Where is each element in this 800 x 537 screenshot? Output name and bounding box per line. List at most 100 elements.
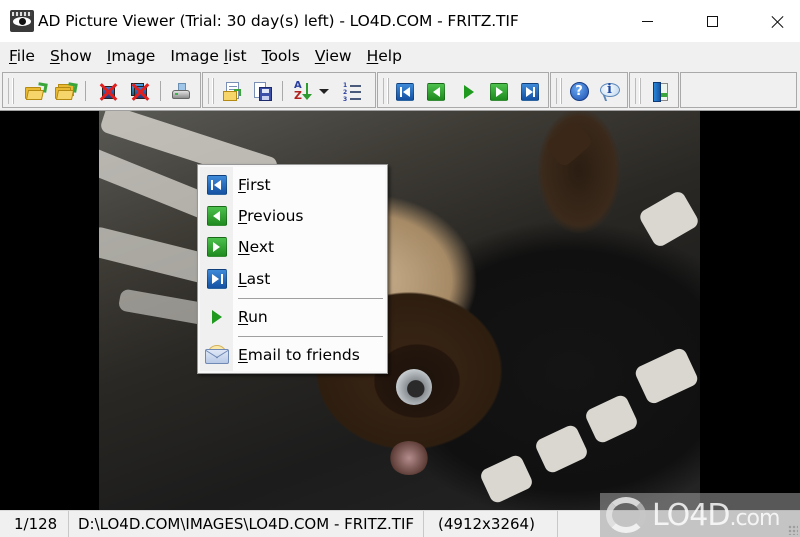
exit-door-icon bbox=[651, 81, 669, 102]
printer-icon bbox=[171, 82, 191, 101]
menu-image[interactable]: Image bbox=[101, 42, 162, 70]
toolbar-grip[interactable] bbox=[635, 78, 641, 104]
open-folder-button[interactable] bbox=[53, 80, 78, 103]
toolbar-band-navigation bbox=[377, 72, 549, 108]
next-icon bbox=[206, 237, 227, 257]
context-menu-email-label: Email to friends bbox=[238, 346, 360, 364]
toolbar-grip[interactable] bbox=[8, 78, 14, 104]
menu-image-list-label: ist bbox=[228, 47, 247, 65]
last-icon bbox=[206, 269, 227, 289]
title-bar: AD Picture Viewer (Trial: 30 day(s) left… bbox=[0, 0, 800, 42]
menu-file-accel: F bbox=[9, 47, 17, 65]
open-list-icon bbox=[223, 81, 243, 102]
sort-button[interactable]: AZ bbox=[291, 80, 315, 103]
close-all-images-icon bbox=[131, 82, 150, 101]
toolbar-band-list: AZ 123 bbox=[202, 72, 376, 108]
save-list-icon bbox=[253, 81, 273, 102]
info-icon: i bbox=[599, 82, 621, 102]
envelope-icon bbox=[204, 345, 229, 364]
cat-photo bbox=[99, 111, 700, 510]
menu-image-list[interactable]: Image list bbox=[164, 42, 252, 70]
minimize-icon bbox=[641, 20, 653, 22]
toolbar-grip[interactable] bbox=[383, 78, 389, 104]
status-image-position: 1/128 bbox=[0, 511, 69, 537]
menu-help-label: elp bbox=[378, 47, 402, 65]
context-menu-next[interactable]: Next bbox=[200, 232, 385, 262]
toolbar-grip[interactable] bbox=[208, 78, 214, 104]
context-menu-next-label: Next bbox=[238, 238, 275, 256]
window-title: AD Picture Viewer (Trial: 30 day(s) left… bbox=[38, 12, 519, 30]
toolbar-band-file bbox=[2, 72, 201, 108]
status-image-dimensions: (4912x3264) bbox=[424, 511, 558, 537]
menu-show[interactable]: Show bbox=[44, 42, 98, 70]
next-button[interactable] bbox=[487, 80, 511, 103]
lo4d-logo-icon bbox=[606, 497, 646, 533]
toolbar-band-help: ? i bbox=[550, 72, 628, 108]
menu-tools-label: ools bbox=[268, 47, 300, 65]
folder-open-icon bbox=[25, 81, 48, 100]
context-menu-last[interactable]: Last bbox=[200, 264, 385, 294]
menu-view-accel: V bbox=[314, 47, 326, 65]
info-glyph: i bbox=[607, 81, 612, 97]
close-button[interactable] bbox=[754, 0, 800, 42]
context-menu-first[interactable]: First bbox=[200, 170, 385, 200]
toolbar-band-empty bbox=[680, 72, 797, 108]
menu-show-label: how bbox=[59, 47, 92, 65]
context-menu-email[interactable]: Email to friends bbox=[200, 340, 385, 370]
menu-file-label: ile bbox=[16, 47, 35, 65]
context-menu-previous[interactable]: Previous bbox=[200, 201, 385, 231]
last-button[interactable] bbox=[518, 80, 542, 103]
toolbar-grip[interactable] bbox=[556, 78, 562, 104]
first-icon bbox=[396, 82, 414, 101]
menu-view-label: iew bbox=[325, 47, 352, 65]
previous-icon bbox=[206, 206, 227, 226]
menu-show-accel: S bbox=[49, 47, 60, 65]
play-icon bbox=[464, 84, 474, 99]
menu-help[interactable]: Help bbox=[361, 42, 408, 70]
menu-file[interactable]: File bbox=[3, 42, 41, 70]
context-menu-separator bbox=[238, 336, 383, 337]
open-button[interactable] bbox=[23, 80, 48, 103]
dropdown-arrow-icon bbox=[319, 89, 329, 94]
print-button[interactable] bbox=[169, 80, 193, 103]
maximize-button[interactable] bbox=[689, 0, 735, 42]
close-image-button[interactable] bbox=[96, 80, 120, 103]
context-menu-last-label: Last bbox=[238, 270, 271, 288]
menu-tools[interactable]: Tools bbox=[256, 42, 306, 70]
exit-button[interactable] bbox=[648, 80, 672, 103]
menu-image-list-pre: Image bbox=[170, 47, 224, 65]
image-viewport[interactable] bbox=[0, 111, 800, 510]
status-file-path: D:\LO4D.COM\IMAGES\LO4D.COM - FRITZ.TIF bbox=[69, 511, 424, 537]
toolbar-separator bbox=[160, 81, 161, 101]
save-list-button[interactable] bbox=[251, 80, 275, 103]
help-button[interactable]: ? bbox=[567, 80, 591, 103]
lo4d-watermark: LO4D.com bbox=[600, 493, 800, 537]
sort-az-icon: AZ bbox=[292, 80, 314, 103]
close-icon bbox=[771, 15, 784, 28]
close-all-button[interactable] bbox=[128, 80, 152, 103]
context-menu-run-label: Run bbox=[238, 308, 268, 326]
cat-mouth bbox=[389, 441, 429, 475]
last-icon bbox=[521, 82, 539, 101]
menu-bar: File Show Image Image list Tools View He… bbox=[0, 42, 800, 70]
cat-eye bbox=[396, 369, 432, 405]
about-button[interactable]: i bbox=[598, 80, 622, 103]
minimize-button[interactable] bbox=[624, 0, 670, 42]
first-button[interactable] bbox=[393, 80, 417, 103]
watermark-text: LO4D.com bbox=[652, 497, 780, 533]
numbered-list-button[interactable]: 123 bbox=[340, 80, 364, 103]
eye-icon[interactable] bbox=[10, 10, 34, 32]
folders-open-icon bbox=[55, 81, 78, 100]
help-icon: ? bbox=[569, 82, 589, 101]
toolbar-separator bbox=[85, 81, 86, 101]
menu-view[interactable]: View bbox=[309, 42, 358, 70]
sort-dropdown-button[interactable] bbox=[317, 80, 331, 103]
run-button[interactable] bbox=[457, 80, 481, 103]
open-list-button[interactable] bbox=[221, 80, 245, 103]
menu-image-label: mage bbox=[111, 47, 156, 65]
context-menu: First Previous Next Last Run Email to fr… bbox=[197, 164, 388, 374]
previous-button[interactable] bbox=[424, 80, 448, 103]
context-menu-first-label: First bbox=[238, 176, 271, 194]
first-icon bbox=[206, 175, 227, 195]
context-menu-run[interactable]: Run bbox=[200, 302, 385, 332]
